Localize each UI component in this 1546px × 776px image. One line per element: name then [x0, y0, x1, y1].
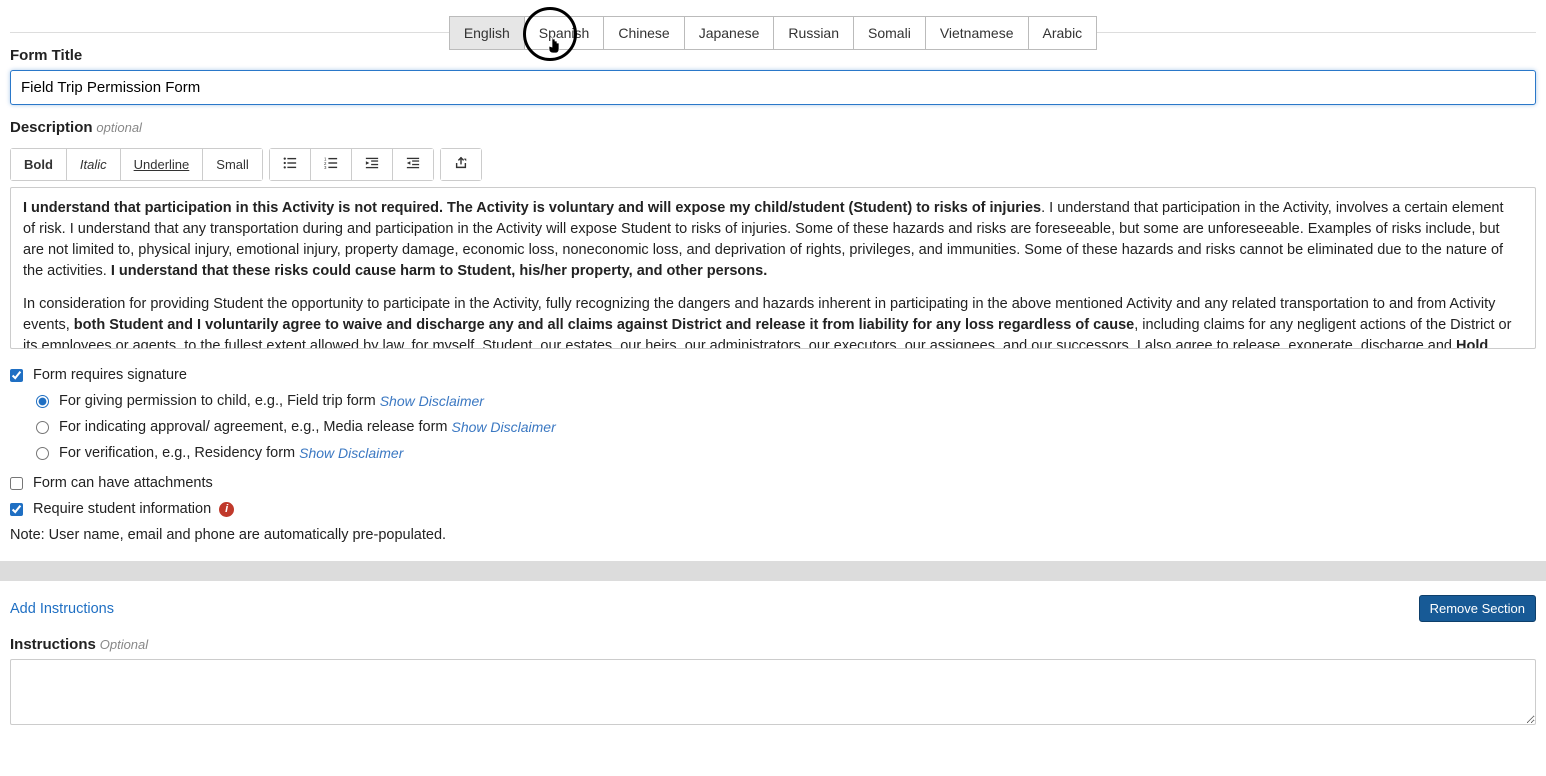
numbered-list-icon: 123 — [324, 156, 338, 173]
requires-signature-label: Form requires signature — [33, 367, 187, 383]
export-button[interactable] — [441, 149, 481, 180]
remove-section-button[interactable]: Remove Section — [1419, 595, 1536, 622]
italic-label: Italic — [80, 157, 107, 172]
form-title-input[interactable] — [10, 70, 1536, 105]
description-optional: optional — [96, 120, 142, 135]
tab-spanish[interactable]: Spanish — [524, 16, 605, 50]
svg-text:3: 3 — [324, 165, 327, 170]
section-divider — [0, 561, 1546, 581]
disclaimer-link-approval[interactable]: Show Disclaimer — [451, 419, 555, 435]
signature-approval-radio[interactable] — [36, 421, 49, 434]
tab-vietnamese[interactable]: Vietnamese — [925, 16, 1029, 50]
signature-permission-label: For giving permission to child, e.g., Fi… — [59, 393, 376, 409]
tab-japanese[interactable]: Japanese — [684, 16, 775, 50]
attachments-label: Form can have attachments — [33, 475, 213, 491]
export-icon — [454, 156, 468, 173]
student-info-checkbox[interactable] — [10, 503, 23, 516]
desc-bold-2: I understand that these risks could caus… — [111, 263, 767, 279]
richtext-toolbar: Bold Italic Underline Small 123 — [10, 148, 1536, 181]
underline-label: Underline — [134, 157, 190, 172]
tab-russian[interactable]: Russian — [773, 16, 854, 50]
tab-somali[interactable]: Somali — [853, 16, 926, 50]
prepopulated-note: Note: User name, email and phone are aut… — [10, 527, 1536, 543]
description-label: Description — [10, 119, 93, 136]
signature-approval-label: For indicating approval/ agreement, e.g.… — [59, 419, 447, 435]
requires-signature-checkbox[interactable] — [10, 369, 23, 382]
desc-bold-3: both Student and I voluntarily agree to … — [74, 317, 1134, 333]
bold-button[interactable]: Bold — [11, 149, 67, 180]
tab-spanish-label: Spanish — [539, 25, 590, 41]
desc-bold-1: I understand that participation in this … — [23, 200, 1041, 216]
numbered-list-button[interactable]: 123 — [311, 149, 352, 180]
outdent-icon — [365, 156, 379, 173]
info-icon[interactable]: i — [219, 502, 234, 517]
indent-icon — [406, 156, 420, 173]
outdent-button[interactable] — [352, 149, 393, 180]
italic-button[interactable]: Italic — [67, 149, 121, 180]
instructions-textarea[interactable] — [10, 659, 1536, 725]
tab-arabic[interactable]: Arabic — [1028, 16, 1098, 50]
attachments-checkbox[interactable] — [10, 477, 23, 490]
bullet-list-icon — [283, 156, 297, 173]
instructions-optional: Optional — [100, 637, 148, 652]
small-label: Small — [216, 157, 249, 172]
signature-permission-radio[interactable] — [36, 395, 49, 408]
disclaimer-link-permission[interactable]: Show Disclaimer — [380, 393, 484, 409]
signature-verification-label: For verification, e.g., Residency form — [59, 445, 295, 461]
bullet-list-button[interactable] — [270, 149, 311, 180]
instructions-label: Instructions — [10, 636, 96, 653]
underline-button[interactable]: Underline — [121, 149, 204, 180]
tab-english[interactable]: English — [449, 16, 525, 50]
disclaimer-link-verification[interactable]: Show Disclaimer — [299, 445, 403, 461]
language-tab-bar: English Spanish Chinese Japanese Russian… — [10, 16, 1536, 50]
description-editor[interactable]: I understand that participation in this … — [10, 187, 1536, 349]
small-button[interactable]: Small — [203, 149, 262, 180]
signature-verification-radio[interactable] — [36, 447, 49, 460]
student-info-label: Require student information — [33, 501, 211, 517]
tab-chinese[interactable]: Chinese — [603, 16, 684, 50]
indent-button[interactable] — [393, 149, 433, 180]
bold-label: Bold — [24, 157, 53, 172]
add-instructions-link[interactable]: Add Instructions — [10, 601, 114, 617]
